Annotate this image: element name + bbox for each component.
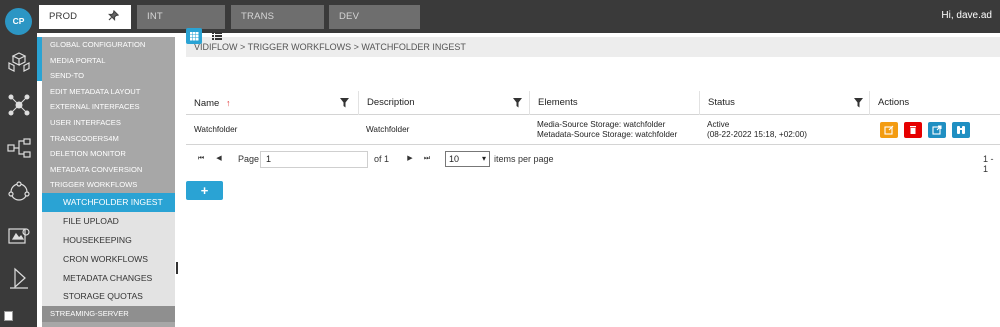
pin-icon[interactable]: [108, 5, 120, 29]
element-line: Metadata-Source Storage: watchfolder: [537, 130, 678, 139]
delete-button[interactable]: [904, 122, 922, 138]
deploy-icon[interactable]: [6, 266, 32, 290]
nav-item-edit-metadata-layout[interactable]: EDIT METADATA LAYOUT: [42, 84, 175, 100]
env-tab-label: INT: [147, 11, 163, 22]
status-text: Active: [707, 120, 730, 129]
left-icon-bar: CP: [0, 0, 37, 327]
nav-item-user-interfaces[interactable]: USER INTERFACES: [42, 115, 175, 131]
nav-item-global-configuration[interactable]: GLOBAL CONFIGURATION: [42, 37, 175, 53]
network-icon[interactable]: [6, 93, 32, 117]
add-button[interactable]: +: [186, 181, 223, 200]
media-settings-icon[interactable]: [6, 224, 32, 248]
env-tab-label: PROD: [49, 11, 78, 22]
column-label: Description: [367, 97, 415, 108]
page-label: Page: [238, 154, 260, 164]
column-header-name[interactable]: Name ↑: [186, 91, 358, 115]
column-label: Actions: [878, 97, 910, 108]
env-tab-prod[interactable]: PROD: [39, 5, 131, 29]
main-content: VIDIFLOW > TRIGGER WORKFLOWS > WATCHFOLD…: [180, 33, 1000, 327]
last-page-icon[interactable]: ⏭: [422, 154, 432, 164]
sidebar-nav: GLOBAL CONFIGURATION MEDIA PORTAL SEND-T…: [42, 37, 175, 327]
page-number-input[interactable]: 1: [260, 151, 368, 168]
first-page-icon[interactable]: ⏮: [196, 154, 206, 164]
column-header-description[interactable]: Description: [358, 91, 529, 115]
nav-sub-storage-quotas[interactable]: STORAGE QUOTAS: [42, 287, 175, 307]
nav-sub-metadata-changes[interactable]: METADATA CHANGES: [42, 268, 175, 288]
nav-sub-watchfolder-ingest[interactable]: WATCHFOLDER INGEST: [42, 192, 175, 212]
nav-item-trigger-workflows[interactable]: TRIGGER WORKFLOWS: [42, 177, 175, 193]
env-tab-int[interactable]: INT: [137, 5, 225, 29]
column-header-actions: Actions: [869, 91, 1000, 115]
env-tab-label: DEV: [339, 11, 360, 22]
nav-item-media-portal[interactable]: MEDIA PORTAL: [42, 53, 175, 69]
env-tab-trans[interactable]: TRANS: [231, 5, 324, 29]
grid-header: Name ↑ Description Elements Status Actio…: [186, 91, 1000, 115]
list-icon: [212, 32, 222, 40]
table-row[interactable]: Watchfolder Watchfolder Media-Source Sto…: [186, 115, 1000, 145]
env-tab-label: TRANS: [241, 11, 275, 22]
column-header-elements[interactable]: Elements: [529, 91, 699, 115]
binoculars-icon: [957, 126, 965, 134]
sort-asc-icon[interactable]: ↑: [226, 98, 231, 108]
element-line: Media-Source Storage: watchfolder: [537, 120, 666, 129]
pager: ⏮ ◀ Page 1 of 1 ▶ ⏭ 10 ▾ items per page …: [186, 148, 1000, 174]
filter-icon[interactable]: [854, 98, 863, 108]
edit-button[interactable]: [880, 122, 898, 138]
breadcrumb: VIDIFLOW > TRIGGER WORKFLOWS > WATCHFOLD…: [186, 37, 1000, 57]
grid-icon: [190, 32, 199, 41]
nav-item-deletion-monitor[interactable]: DELETION MONITOR: [42, 146, 175, 162]
nav-sub-cron-workflows[interactable]: CRON WORKFLOWS: [42, 249, 175, 269]
column-header-status[interactable]: Status: [699, 91, 869, 115]
nav-item-send-to[interactable]: SEND-TO: [42, 68, 175, 84]
cubes-icon[interactable]: [6, 50, 32, 74]
nav-item-streaming-server[interactable]: STREAMING-SERVER: [42, 306, 175, 322]
cell-status: Active (08-22-2022 15:18, +02:00): [699, 115, 869, 145]
items-per-page-label: items per page: [494, 154, 554, 164]
cell-name: Watchfolder: [194, 125, 238, 134]
nav-item-metadata-conversion[interactable]: METADATA CONVERSION: [42, 162, 175, 178]
next-page-icon[interactable]: ▶: [405, 154, 415, 164]
grid-view-button[interactable]: [186, 28, 202, 44]
cell-elements: Media-Source Storage: watchfolder Metada…: [529, 115, 699, 145]
workflow-icon[interactable]: [6, 136, 32, 160]
column-label: Elements: [538, 97, 578, 108]
page-size-select[interactable]: 10 ▾: [445, 151, 490, 167]
prev-page-icon[interactable]: ◀: [214, 154, 224, 164]
filter-icon[interactable]: [340, 98, 349, 108]
column-label: Name: [194, 98, 220, 109]
column-label: Status: [708, 97, 735, 108]
app-logo[interactable]: CP: [5, 8, 32, 35]
page-count-label: of 1: [374, 154, 390, 164]
list-view-button[interactable]: [209, 28, 225, 44]
nav-item-transcoders4m[interactable]: TRANSCODERS4M: [42, 131, 175, 147]
chevron-down-icon: ▾: [481, 154, 486, 163]
sidebar-resize-handle[interactable]: [176, 262, 178, 274]
cell-description: Watchfolder: [366, 125, 410, 134]
nav-item-external-interfaces[interactable]: EXTERNAL INTERFACES: [42, 99, 175, 115]
open-external-icon: [932, 125, 942, 135]
nodes-icon[interactable]: [6, 180, 32, 204]
env-tab-dev[interactable]: DEV: [329, 5, 420, 29]
top-bar: PROD INT TRANS DEV Hi, dave.ad: [0, 0, 1000, 33]
user-greeting[interactable]: Hi, dave.ad: [941, 10, 992, 21]
open-external-button[interactable]: [928, 122, 946, 138]
broken-image-icon: [4, 311, 13, 321]
delete-icon: [910, 126, 916, 134]
status-date: (08-22-2022 15:18, +02:00): [707, 130, 807, 139]
edit-icon: [884, 125, 894, 135]
range-label: 1 - 1: [983, 154, 994, 174]
filter-icon[interactable]: [513, 98, 522, 108]
nav-sub-file-upload[interactable]: FILE UPLOAD: [42, 211, 175, 231]
nav-sub-housekeeping[interactable]: HOUSEKEEPING: [42, 230, 175, 250]
binoculars-button[interactable]: [952, 122, 970, 138]
page-size-value: 10: [449, 154, 460, 164]
